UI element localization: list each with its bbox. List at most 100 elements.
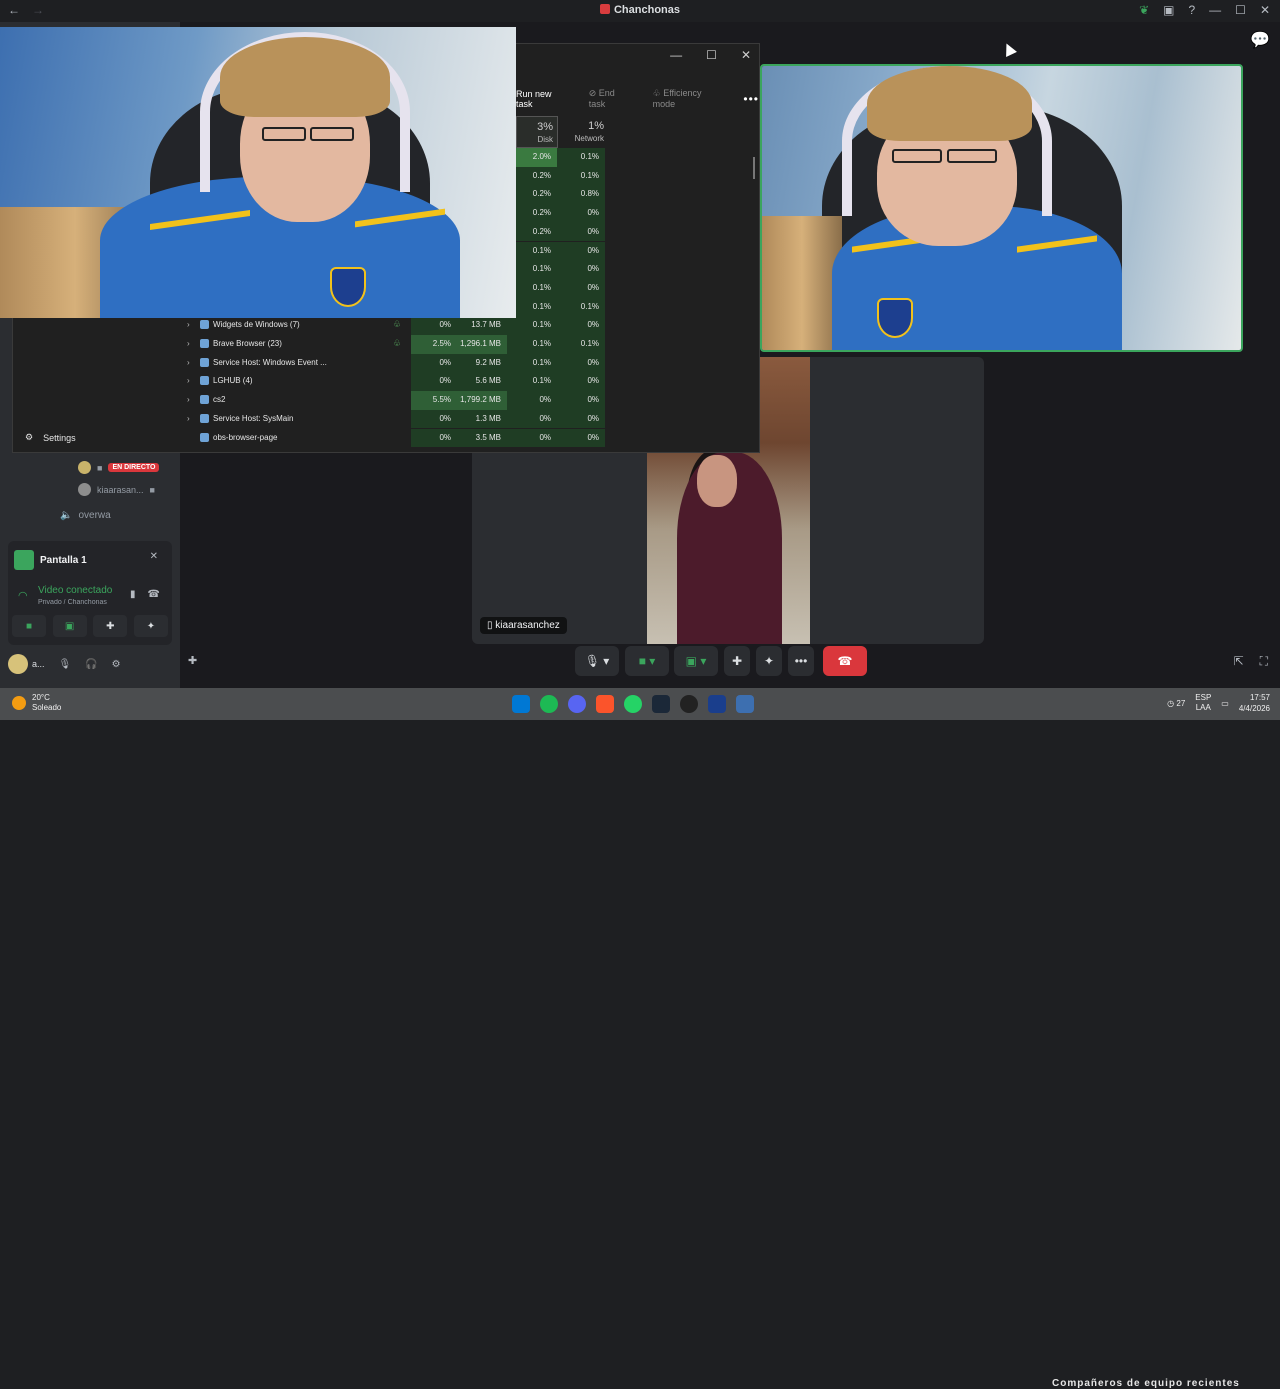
disk-cell: 0.1% bbox=[507, 372, 557, 392]
tm-maximize-button[interactable]: ☐ bbox=[706, 48, 717, 62]
steam-icon[interactable] bbox=[652, 695, 670, 713]
brave-icon[interactable] bbox=[596, 695, 614, 713]
headphones-icon[interactable]: 🎧 bbox=[85, 659, 97, 670]
history-icon[interactable]: ◷ 27 bbox=[1167, 699, 1185, 708]
disk-cell: 0% bbox=[507, 409, 557, 429]
weather-condition: Soleado bbox=[32, 703, 62, 712]
shirt-crest bbox=[877, 298, 913, 338]
network-cell: 0.1% bbox=[557, 297, 605, 317]
whatsapp-icon[interactable] bbox=[624, 695, 642, 713]
tm-close-button[interactable]: ✕ bbox=[741, 48, 751, 62]
discord-icon[interactable] bbox=[568, 695, 586, 713]
user-avatar[interactable] bbox=[8, 654, 28, 674]
close-button[interactable]: ✕ bbox=[1260, 3, 1270, 17]
microphone-icon[interactable]: 🎙 bbox=[59, 659, 72, 670]
network-cell: 0% bbox=[557, 428, 605, 448]
disk-column-header[interactable]: 3% Disk bbox=[516, 116, 558, 148]
process-row[interactable]: › Widgets de Windows (7) ♧ 0% 13.7 MB 0.1% 0% bbox=[13, 316, 759, 335]
avatar bbox=[78, 461, 91, 474]
participant-name-tag: ▯ kiaarasanchez bbox=[480, 617, 567, 634]
noise-suppression-icon[interactable]: ▮ bbox=[130, 589, 136, 600]
process-icon bbox=[200, 376, 209, 386]
efficiency-mode-button[interactable]: ♧ Efficiency mode bbox=[653, 88, 722, 109]
add-user-icon[interactable]: ✚ bbox=[188, 654, 197, 667]
task-manager-window-controls: — ☐ ✕ bbox=[670, 48, 751, 62]
chevron-right-icon[interactable]: › bbox=[187, 320, 190, 329]
start-icon[interactable] bbox=[512, 695, 530, 713]
network-column-header[interactable]: 1% Network bbox=[558, 116, 608, 148]
cpu-cell: 0% bbox=[411, 409, 457, 429]
chevron-right-icon[interactable]: › bbox=[187, 339, 190, 348]
fullscreen-icon[interactable]: ⛶ bbox=[1260, 654, 1268, 669]
network-icon[interactable]: ▭ bbox=[1221, 699, 1229, 708]
connection-icon: ◠ bbox=[18, 590, 28, 602]
process-list-scrollbar[interactable] bbox=[753, 157, 755, 179]
help-icon[interactable]: ? bbox=[1188, 3, 1195, 17]
camera-button[interactable]: ■ bbox=[12, 615, 46, 637]
process-row[interactable]: obs-browser-page 0% 3.5 MB 0% 0% bbox=[13, 428, 759, 448]
chat-bubble-icon[interactable]: 💬 bbox=[1250, 30, 1270, 50]
voice-channel-overwa[interactable]: 🔈 overwa bbox=[60, 510, 111, 521]
activities-button[interactable]: ✚ bbox=[93, 615, 128, 637]
obs-icon[interactable] bbox=[680, 695, 698, 713]
inbox-icon[interactable]: ▣ bbox=[1163, 3, 1174, 17]
popout-icon[interactable]: ⇱ bbox=[1234, 654, 1244, 669]
video-connected-subtitle: Privado / Chanchonas bbox=[38, 599, 107, 606]
spotify-icon[interactable] bbox=[540, 695, 558, 713]
soundboard-button[interactable]: ✦ bbox=[133, 615, 168, 637]
end-task-button[interactable]: ⊘ End task bbox=[589, 88, 631, 109]
process-row[interactable]: › Service Host: SysMain 0% 1.3 MB 0% 0% bbox=[13, 409, 759, 429]
tm-minimize-button[interactable]: — bbox=[670, 48, 682, 62]
camera-preview-floating[interactable] bbox=[0, 27, 516, 318]
settings-label: Settings bbox=[43, 432, 76, 443]
camera-tile-main[interactable] bbox=[760, 64, 1243, 352]
process-name: Service Host: Windows Event ... bbox=[213, 357, 327, 367]
screen-share-toggle-button[interactable]: ▣ ▾ bbox=[674, 646, 718, 676]
process-icon bbox=[200, 339, 209, 348]
chevron-right-icon[interactable]: › bbox=[187, 414, 190, 423]
task-manager-icon[interactable] bbox=[736, 695, 754, 713]
disk-cell: 0.1% bbox=[507, 316, 557, 335]
chevron-right-icon[interactable]: › bbox=[187, 395, 190, 404]
title-bar-right: ❦ ▣ ? — ☐ ✕ bbox=[1139, 3, 1270, 17]
process-row[interactable]: › Service Host: Windows Event ... 0% 9.2 MB… bbox=[13, 353, 759, 373]
hair bbox=[220, 37, 390, 117]
soundboard-icon[interactable]: ✦ bbox=[756, 646, 782, 676]
voice-member[interactable]: kiaarasan... ■ bbox=[78, 483, 155, 496]
more-options-button[interactable]: ••• bbox=[743, 92, 759, 106]
process-row[interactable]: › LGHUB (4) 0% 5.6 MB 0.1% 0% bbox=[13, 372, 759, 392]
window-title: Chanchonas bbox=[0, 4, 1280, 16]
network-cell: 0% bbox=[557, 372, 605, 392]
live-badge: EN DIRECTO bbox=[108, 463, 160, 472]
cpu-cell: 0% bbox=[411, 353, 457, 373]
windows-taskbar: 20°C Soleado Compañeros de equipo recien… bbox=[0, 688, 1280, 1389]
camera-toggle-button[interactable]: ■ ▾ bbox=[625, 646, 669, 676]
settings-button[interactable]: ⚙ Settings bbox=[25, 432, 76, 443]
user-name: a... bbox=[32, 659, 45, 669]
chevron-right-icon[interactable]: › bbox=[187, 358, 190, 367]
clock[interactable]: 17:57 4/4/2026 bbox=[1239, 692, 1270, 714]
nitro-leaf-icon[interactable]: ❦ bbox=[1139, 3, 1149, 17]
process-row[interactable]: › Brave Browser (23) ♧ 2.5% 1,296.1 MB 0.1% 0.… bbox=[13, 335, 759, 354]
disconnect-call-button[interactable]: ☎ bbox=[823, 646, 867, 676]
activities-icon[interactable]: ✚ bbox=[724, 646, 750, 676]
user-settings-gear-icon[interactable]: ⚙ bbox=[112, 659, 121, 670]
disconnect-icon[interactable]: ☎ bbox=[148, 589, 160, 600]
process-icon bbox=[200, 357, 209, 367]
network-cell: 0% bbox=[557, 391, 605, 410]
weather-widget[interactable]: 20°C Soleado bbox=[12, 693, 61, 713]
process-row[interactable]: › cs2 5.5% 1,799.2 MB 0% 0% bbox=[13, 391, 759, 410]
run-new-task-button[interactable]: Run new task bbox=[516, 89, 567, 109]
voice-member-live[interactable]: ■ EN DIRECTO bbox=[78, 461, 160, 474]
share-screen-button[interactable]: ▣ bbox=[52, 615, 87, 637]
app-icon[interactable] bbox=[708, 695, 726, 713]
network-cell: 0.1% bbox=[557, 166, 605, 186]
stop-share-icon[interactable]: ✕ bbox=[150, 551, 158, 562]
more-icon[interactable]: ••• bbox=[788, 646, 814, 676]
chevron-right-icon[interactable]: › bbox=[187, 376, 190, 385]
language-indicator[interactable]: ESP LAA bbox=[1195, 693, 1211, 713]
mute-microphone-button[interactable]: 🎙 ▾ bbox=[575, 646, 619, 676]
call-controls-secondary: ▣ ▾ ✚ ✦ ••• bbox=[674, 646, 814, 676]
maximize-button[interactable]: ☐ bbox=[1235, 3, 1246, 17]
minimize-button[interactable]: — bbox=[1209, 3, 1221, 17]
